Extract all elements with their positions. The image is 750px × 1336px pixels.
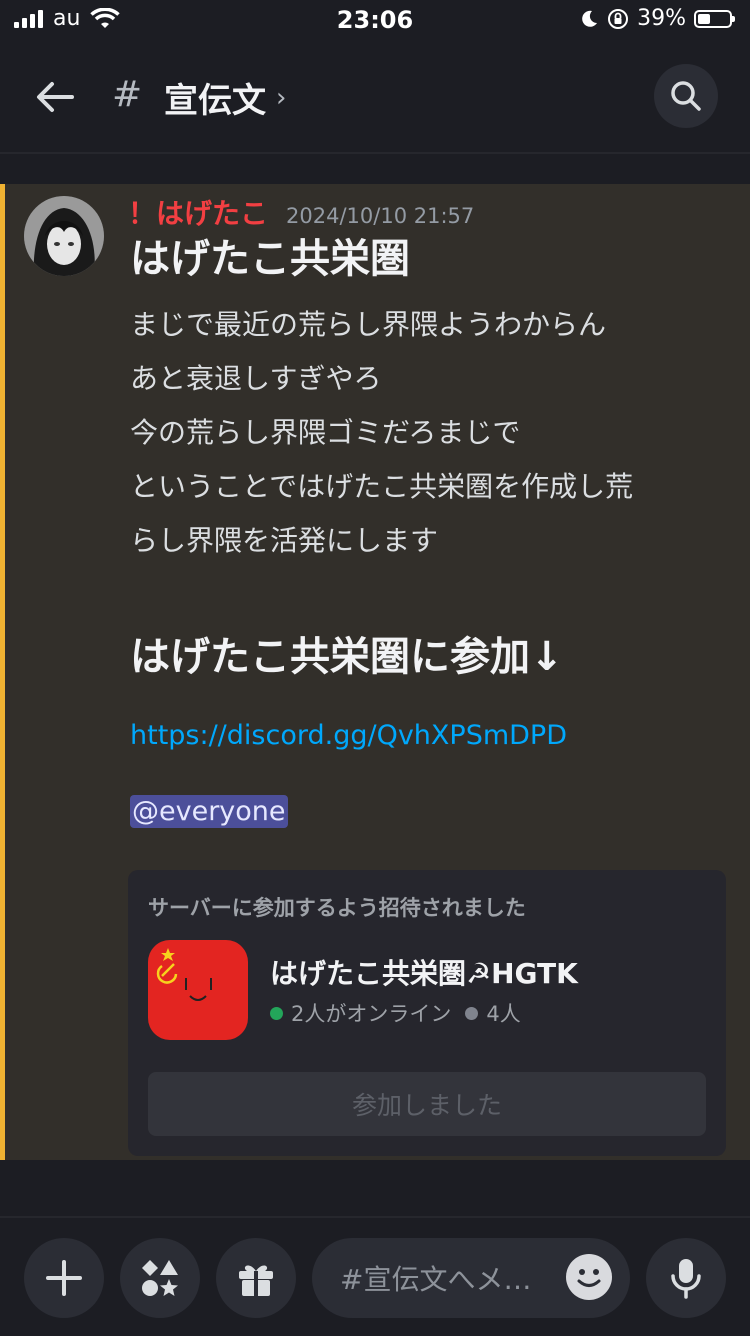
back-arrow-icon[interactable] [32, 74, 78, 120]
emoji-button[interactable] [566, 1254, 612, 1300]
moon-icon [582, 10, 598, 27]
message-input-placeholder: #宣伝文へメ… [340, 1263, 532, 1296]
channel-name: 宣伝文 [164, 81, 266, 121]
apps-button[interactable] [120, 1238, 200, 1318]
message-timestamp: 2024/10/10 21:57 [286, 204, 475, 228]
member-dot-icon [465, 1006, 479, 1020]
search-button[interactable] [654, 64, 718, 128]
plus-icon [46, 1260, 82, 1296]
message-composer: #宣伝文へメ… [0, 1216, 750, 1336]
apps-icon [142, 1260, 178, 1296]
message-line: ということではげたこ共栄圏を作成し荒 [130, 470, 634, 503]
message-line: らし界隈を活発にします [130, 524, 439, 557]
gift-icon [239, 1265, 273, 1296]
everyone-mention[interactable]: @everyone [130, 795, 288, 828]
message-line: まじで最近の荒らし界隈ようわからん [130, 308, 607, 341]
joined-button[interactable]: 参加しました [148, 1072, 706, 1136]
orientation-lock-icon [608, 8, 629, 29]
server-icon[interactable] [148, 940, 248, 1040]
message-author-row: ！はげたこ 2024/10/10 21:57 [128, 192, 474, 232]
member-count: 4人 [486, 1002, 521, 1026]
status-bar: au 23:06 39% [0, 0, 750, 40]
message-line: 今の荒らし界隈ゴミだろまじで [130, 416, 521, 449]
message-heading-join: はげたこ共栄圏に参加↓ [130, 634, 564, 680]
avatar-image [24, 196, 104, 276]
channel-title[interactable]: 宣伝文 › [164, 73, 286, 122]
battery-fill [698, 13, 710, 24]
message-paragraph: まじで最近の荒らし界隈ようわからん あと衰退しすぎやろ 今の荒らし界隈ゴミだろま… [130, 298, 730, 568]
voice-message-button[interactable] [646, 1238, 726, 1318]
message-heading: はげたこ共栄圏 [130, 236, 410, 282]
highlight-accent-bar [0, 184, 5, 1160]
online-dot-icon [270, 1006, 283, 1020]
add-attachment-button[interactable] [24, 1238, 104, 1318]
invite-header: サーバーに参加するよう招待されました [148, 896, 526, 920]
server-stats: 2人がオンライン 4人 [270, 998, 521, 1028]
search-icon [671, 81, 701, 111]
message-item[interactable]: ！はげたこ 2024/10/10 21:57 はげたこ共栄圏 まじで最近の荒らし… [0, 184, 750, 1160]
author-name[interactable]: ！はげたこ [128, 192, 268, 232]
gift-button[interactable] [216, 1238, 296, 1318]
status-right: 39% [579, 6, 735, 31]
battery-icon [694, 9, 735, 28]
server-invite-card: サーバーに参加するよう招待されました はげたこ共栄圏☭HGTK 2人がオンライン… [128, 870, 726, 1156]
avatar[interactable] [24, 196, 104, 276]
message-input[interactable]: #宣伝文へメ… [312, 1238, 630, 1318]
invite-link[interactable]: https://discord.gg/QvhXPSmDPD [130, 720, 567, 751]
chevron-right-icon: › [276, 82, 287, 113]
server-name: はげたこ共栄圏☭HGTK [270, 957, 578, 990]
channel-hash-icon: # [112, 74, 143, 115]
message-line: あと衰退しすぎやろ [130, 362, 382, 395]
message-content: はげたこ共栄圏 まじで最近の荒らし界隈ようわからん あと衰退しすぎやろ 今の荒ら… [130, 232, 730, 828]
emoji-icon [577, 1269, 601, 1287]
hammer-sickle-face-icon [156, 948, 212, 1001]
microphone-icon [671, 1259, 701, 1299]
online-count: 2人がオンライン [291, 1002, 452, 1026]
channel-header: # 宣伝文 › [0, 40, 750, 154]
battery-percent: 39% [637, 6, 686, 31]
